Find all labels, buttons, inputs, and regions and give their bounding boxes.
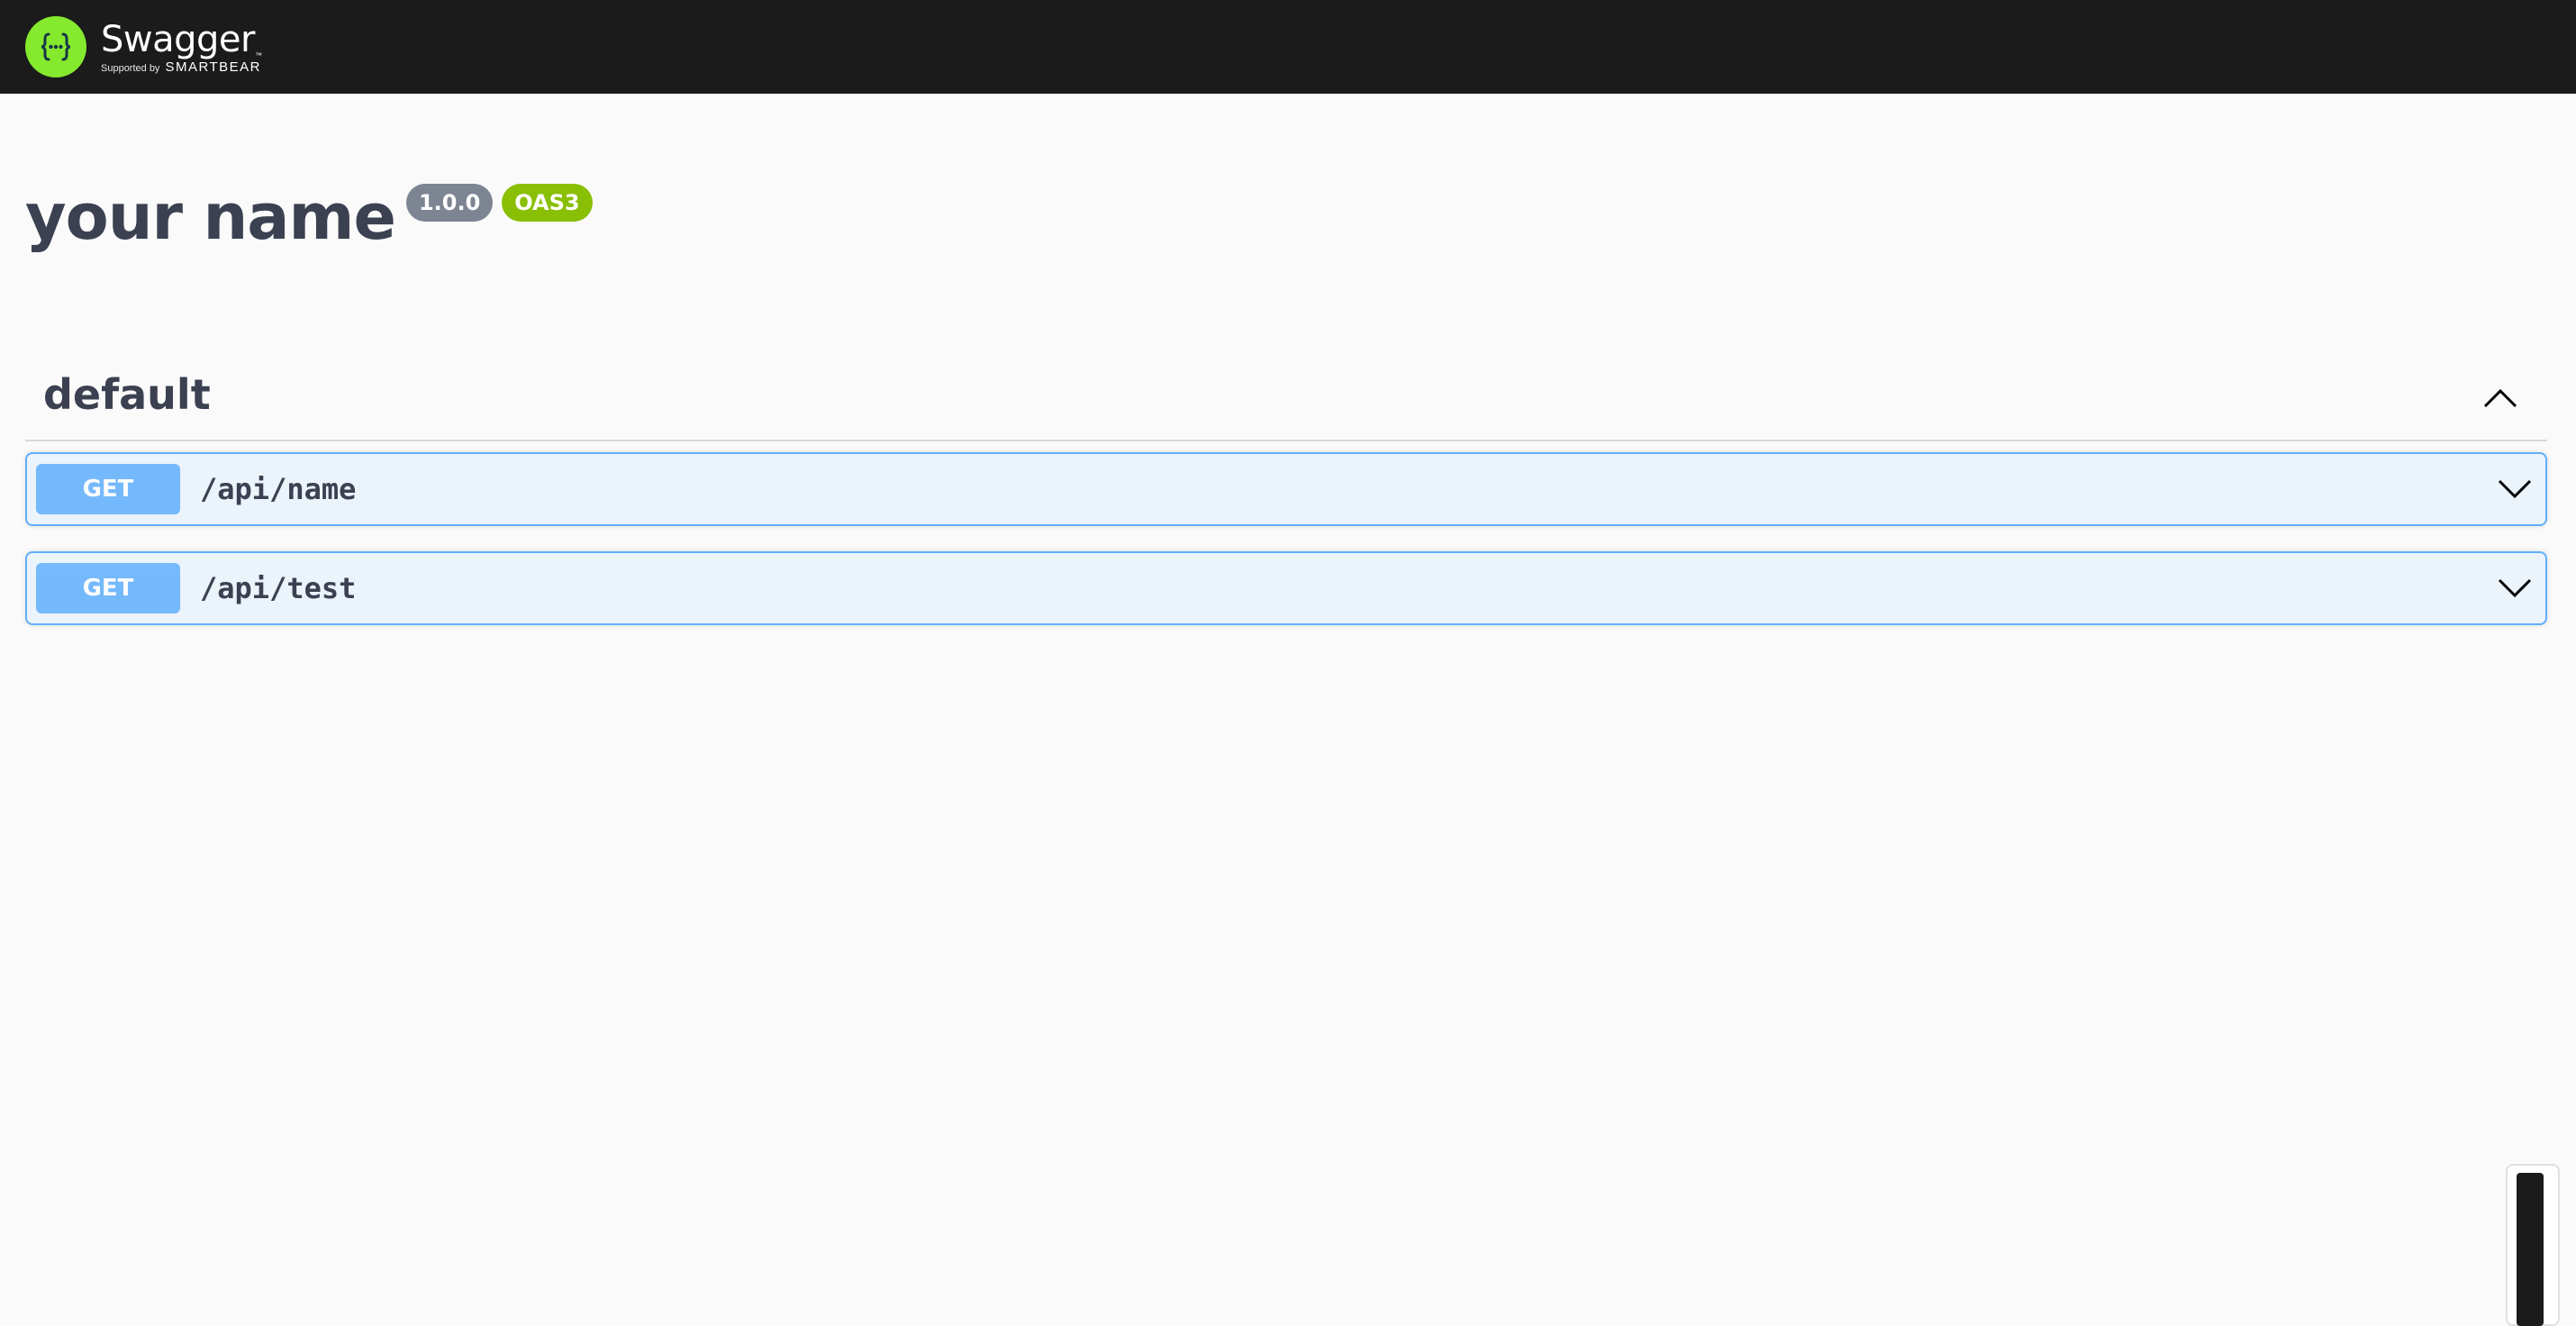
oas-badge: OAS3 <box>502 184 593 222</box>
tag-header[interactable]: default <box>25 355 2547 441</box>
supported-by-label: Supported by <box>101 62 160 74</box>
brand-trademark: ™ <box>254 50 262 59</box>
swagger-brand-link[interactable]: Swagger™ Supported by SMARTBEAR <box>25 4 262 90</box>
operation-get-api-test[interactable]: GET /api/test <box>25 551 2547 625</box>
api-info: your name 1.0.0 OAS3 <box>25 177 593 258</box>
widget-handle <box>2517 1173 2544 1326</box>
topbar: Swagger™ Supported by SMARTBEAR <box>0 0 2576 94</box>
version-badge: 1.0.0 <box>405 184 494 222</box>
tag-section-default: default <box>25 355 2547 441</box>
brand-name: Swagger <box>101 18 255 60</box>
chevron-up-icon[interactable] <box>2481 378 2520 418</box>
method-badge: GET <box>36 464 180 514</box>
floating-widget[interactable] <box>2506 1164 2560 1326</box>
operation-path: /api/test <box>200 571 357 605</box>
brand-text: Swagger™ Supported by SMARTBEAR <box>101 20 262 75</box>
smartbear-label: SMARTBEAR <box>165 59 262 75</box>
method-badge: GET <box>36 563 180 613</box>
operation-get-api-name[interactable]: GET /api/name <box>25 452 2547 526</box>
operation-path: /api/name <box>200 472 357 506</box>
swagger-logo-icon <box>25 16 86 77</box>
brand-subtitle: Supported by SMARTBEAR <box>101 59 262 75</box>
api-title: your name <box>25 180 396 254</box>
chevron-down-icon[interactable] <box>2495 568 2535 608</box>
chevron-down-icon[interactable] <box>2495 469 2535 509</box>
tag-name: default <box>43 370 211 419</box>
